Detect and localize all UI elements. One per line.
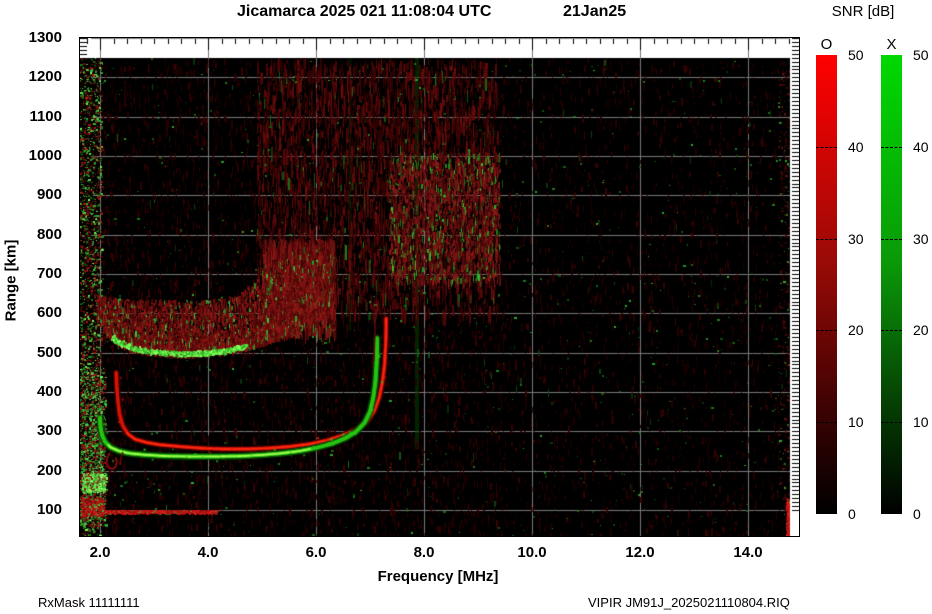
- x-mode-colorbar: [881, 55, 902, 514]
- y-tick-label: 800: [36, 225, 62, 243]
- colorbar-tick-dash: [881, 422, 902, 424]
- colorbar-tick-dash: [881, 146, 902, 148]
- colorbar-title: SNR [dB]: [831, 3, 895, 20]
- y-tick-label: 200: [36, 461, 62, 479]
- colorbar-tick-label: 50: [848, 47, 864, 63]
- colorbar-tick-dash: [881, 330, 902, 332]
- colorbar-tick-label: 20: [913, 322, 929, 339]
- y-tick-label: 1300: [28, 29, 62, 46]
- colorbar-tick-label: 50: [913, 47, 929, 63]
- colorbar-x-mode-label: X: [886, 36, 897, 53]
- y-tick-label: 100: [36, 501, 62, 518]
- colorbar-tick-label: 30: [913, 230, 929, 247]
- y-tick-label: 900: [36, 186, 62, 204]
- colorbar-tick-dash: [816, 330, 837, 332]
- ionogram-page: Jicamarca 2025 021 11:08:04 UTC 21Jan25 …: [0, 0, 932, 614]
- colorbar-o-mode-label: O: [820, 36, 833, 53]
- colorbar-tick-label: 0: [848, 506, 856, 522]
- x-tick-label: 14.0: [733, 544, 763, 561]
- x-tick-label: 12.0: [625, 544, 655, 561]
- page-date: 21Jan25: [563, 3, 627, 20]
- colorbar-tick-label: 10: [913, 414, 929, 431]
- colorbar-tick-label: 40: [913, 138, 929, 155]
- x-tick-label: 2.0: [89, 544, 111, 561]
- y-tick-label: 1100: [29, 107, 62, 125]
- y-tick-label: 1000: [28, 147, 62, 164]
- colorbar-tick-label: 30: [848, 230, 864, 247]
- colorbar-tick-dash: [816, 422, 837, 424]
- x-tick-label: 8.0: [413, 544, 435, 561]
- colorbar-tick-label: 0: [913, 506, 921, 522]
- y-tick-label: 400: [36, 383, 62, 400]
- page-title: Jicamarca 2025 021 11:08:04 UTC: [237, 3, 492, 20]
- x-tick-label: 4.0: [197, 544, 219, 561]
- data-file-text: VIPIR JM91J_2025021110804.RIQ: [588, 595, 790, 610]
- y-tick-label: 300: [36, 422, 62, 440]
- ionogram-canvas: [80, 38, 799, 536]
- colorbar-tick-dash: [816, 146, 837, 148]
- o-mode-colorbar: [816, 55, 837, 514]
- colorbar-tick-label: 20: [848, 322, 864, 339]
- colorbar-tick-dash: [816, 238, 837, 240]
- y-tick-label: 500: [36, 343, 62, 361]
- y-tick-label: 1200: [28, 68, 62, 86]
- colorbar-tick-label: 40: [848, 138, 864, 155]
- x-tick-label: 6.0: [305, 544, 327, 561]
- x-tick-label: 10.0: [517, 544, 547, 561]
- x-axis-label: Frequency [MHz]: [377, 568, 499, 585]
- y-tick-label: 700: [36, 265, 62, 282]
- colorbar-tick-label: 10: [848, 414, 864, 431]
- rx-mask-text: RxMask 11111111: [38, 595, 140, 610]
- colorbar-tick-dash: [881, 238, 902, 240]
- y-tick-label: 600: [36, 304, 62, 322]
